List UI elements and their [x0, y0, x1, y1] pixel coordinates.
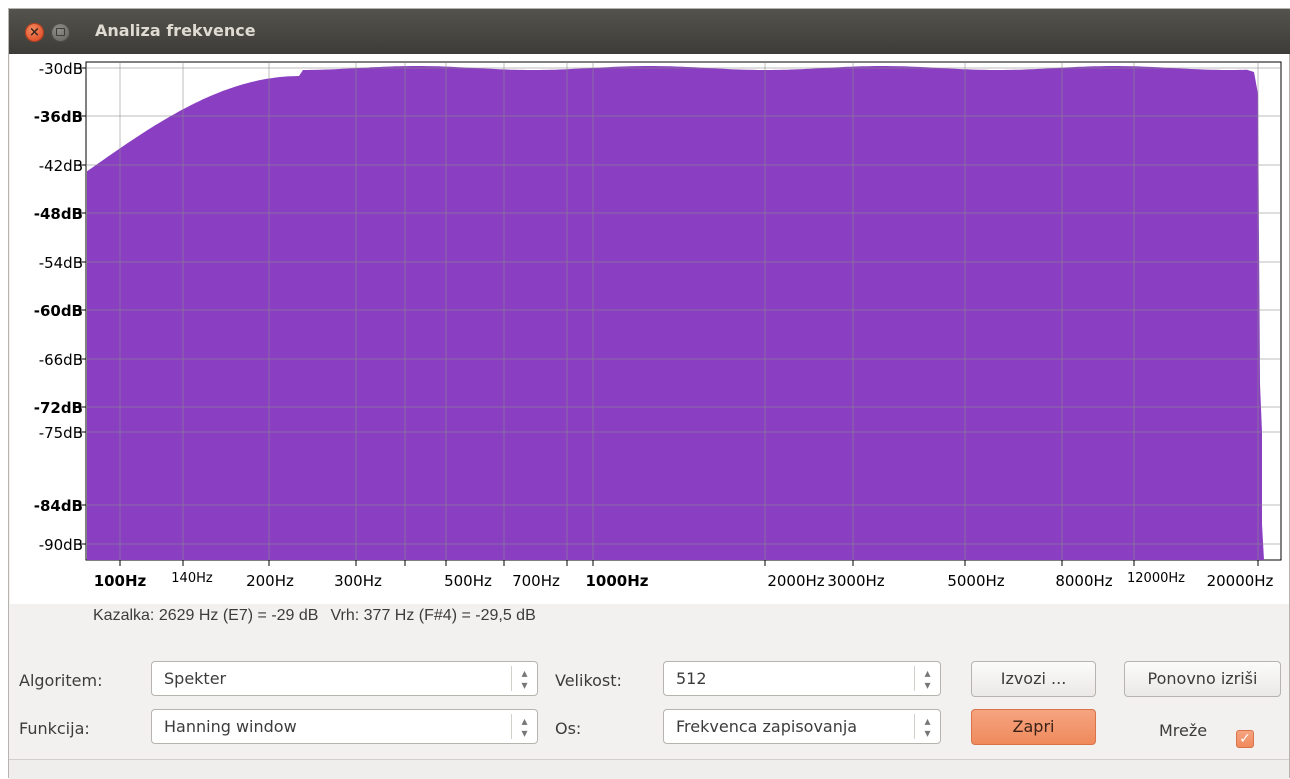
algorithm-label: Algoritem: [19, 671, 103, 690]
x-axis-label: 700Hz [512, 572, 560, 590]
close-icon: × [29, 25, 40, 40]
spectrum-fill [87, 66, 1264, 560]
y-axis-label: -75dB [39, 424, 83, 442]
export-button[interactable]: Izvozi ... [971, 661, 1096, 697]
y-axis-label: -54dB [39, 254, 83, 272]
checkmark-icon: ✓ [1239, 731, 1251, 747]
title-bar: × Analiza frekvence [9, 9, 1290, 54]
y-axis-label: -84dB [34, 497, 83, 515]
updown-arrows-icon: ▴ ▾ [511, 714, 537, 739]
close-button[interactable]: Zapri [971, 709, 1096, 745]
close-window-button[interactable]: × [25, 23, 44, 42]
function-label: Funkcija: [19, 719, 90, 738]
y-axis-label: -66dB [39, 351, 83, 369]
function-select-value: Hanning window [164, 717, 297, 736]
x-axis-label: 12000Hz [1127, 571, 1185, 586]
updown-arrows-icon: ▴ ▾ [511, 666, 537, 691]
maximize-window-button[interactable] [51, 23, 70, 42]
grids-label: Mreže [1159, 721, 1208, 740]
algorithm-select[interactable]: Spekter ▴ ▾ [151, 661, 538, 696]
readout-line: Kazalka: 2629 Hz (E7) = -29 dB Vrh: 377 H… [93, 607, 548, 625]
y-axis-label: -36dB [34, 108, 83, 126]
maximize-icon [56, 28, 65, 36]
x-axis-label: 100Hz [94, 572, 147, 590]
algorithm-select-value: Spekter [164, 669, 227, 688]
frequency-graph-panel[interactable]: -30dB -36dB -42dB -48dB -54dB -60dB -66dB -72dB… [10, 54, 1289, 604]
y-axis-label: -30dB [39, 60, 83, 78]
size-select-value: 512 [676, 669, 707, 688]
y-axis-label: -42dB [39, 157, 83, 175]
x-axis-label: 1000Hz [585, 572, 648, 590]
cursor-readout: Kazalka: 2629 Hz (E7) = -29 dB [93, 607, 319, 624]
axis-select[interactable]: Frekvenca zapisovanja ▴ ▾ [663, 709, 941, 744]
window-title: Analiza frekvence [95, 21, 256, 40]
updown-arrows-icon: ▴ ▾ [914, 714, 940, 739]
y-axis-label: -48dB [34, 205, 83, 223]
x-axis-label: 8000Hz [1055, 572, 1112, 590]
x-axis-label: 2000Hz [767, 572, 824, 590]
size-select[interactable]: 512 ▴ ▾ [663, 661, 941, 696]
replot-button[interactable]: Ponovno izriši [1124, 661, 1281, 697]
spectrum-graph[interactable]: -30dB -36dB -42dB -48dB -54dB -60dB -66dB -72dB… [10, 54, 1289, 604]
x-axis-label: 300Hz [334, 572, 382, 590]
x-axis-label: 140Hz [171, 571, 213, 586]
x-axis-label: 5000Hz [947, 572, 1004, 590]
y-axis-label: -72dB [34, 399, 83, 417]
axis-select-value: Frekvenca zapisovanja [676, 717, 858, 736]
x-axis-label: 200Hz [246, 572, 294, 590]
size-label: Velikost: [555, 671, 622, 690]
frequency-analysis-window: × Analiza frekvence -30dB -36dB -42dB -48dB… [8, 8, 1290, 779]
function-select[interactable]: Hanning window ▴ ▾ [151, 709, 538, 744]
y-axis-label: -60dB [34, 302, 83, 320]
updown-arrows-icon: ▴ ▾ [914, 666, 940, 691]
axis-label: Os: [555, 719, 582, 738]
y-axis-label: -90dB [39, 536, 83, 554]
x-axis-label: 20000Hz [1207, 572, 1274, 590]
x-axis-label: 3000Hz [827, 572, 884, 590]
x-axis-label: 500Hz [444, 572, 492, 590]
status-bar [9, 759, 1289, 779]
peak-readout: Vrh: 377 Hz (F#4) = -29,5 dB [330, 607, 536, 624]
grids-checkbox[interactable]: ✓ [1236, 730, 1254, 748]
